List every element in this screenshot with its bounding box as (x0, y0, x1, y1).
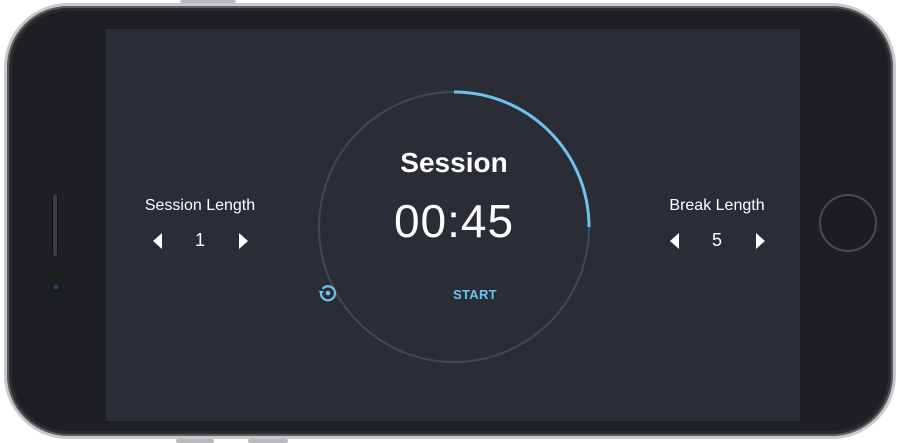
session-increment-button[interactable] (233, 231, 253, 251)
break-decrement-button[interactable] (664, 231, 684, 251)
session-length-panel: Session Length 1 (120, 195, 280, 251)
timer-label: Session (400, 147, 508, 178)
break-increment-button[interactable] (750, 231, 770, 251)
session-length-title: Session Length (144, 197, 256, 214)
reset-button[interactable] (318, 282, 435, 306)
front-camera (53, 284, 59, 290)
timer-countdown: 00:45 (393, 195, 515, 247)
triangle-left-icon (152, 232, 162, 249)
home-button[interactable] (819, 194, 877, 252)
start-button[interactable]: START (453, 287, 497, 302)
triangle-right-icon (755, 232, 765, 249)
speaker-grille (52, 193, 58, 257)
bottom-edge-button-1[interactable] (176, 439, 214, 443)
break-length-value: 5 (711, 230, 722, 250)
bottom-edge-button-2[interactable] (248, 439, 288, 443)
triangle-left-icon (669, 232, 679, 249)
phone-frame: Session Length 1 Session 00:45 START Bre… (4, 3, 896, 439)
session-length-value: 1 (194, 230, 205, 250)
timer-display: Session 00:45 START (317, 90, 591, 364)
restart-icon (318, 285, 337, 302)
triangle-right-icon (238, 232, 248, 249)
break-length-title: Break Length (669, 197, 765, 214)
app-screen: Session Length 1 Session 00:45 START Bre… (106, 29, 800, 421)
break-length-stepper: 5 (637, 230, 797, 251)
session-decrement-button[interactable] (147, 231, 167, 251)
session-length-stepper: 1 (120, 230, 280, 251)
timer-controls: START (317, 282, 591, 306)
break-length-panel: Break Length 5 (637, 195, 797, 251)
